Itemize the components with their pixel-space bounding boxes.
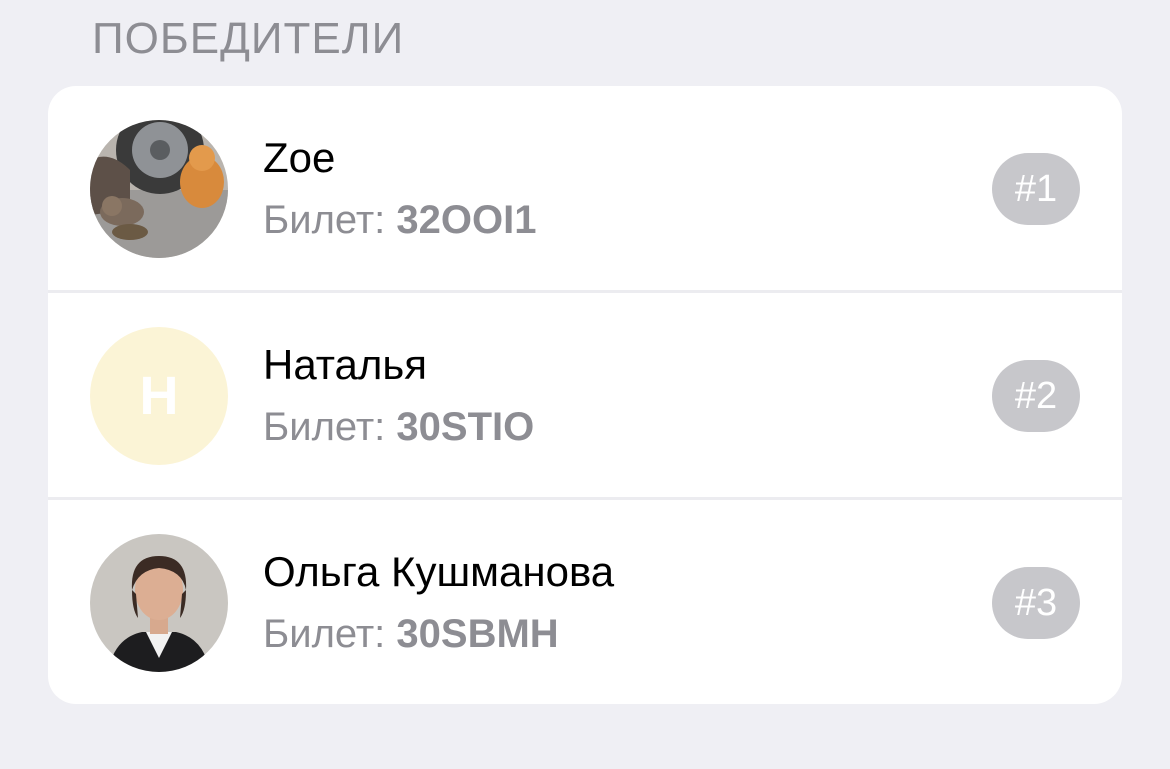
winner-name: Ольга Кушманова xyxy=(263,548,615,595)
ticket-info: Билет: 32OOI1 xyxy=(263,198,537,243)
rank-badge: #2 xyxy=(992,360,1080,432)
avatar-letter: Н xyxy=(139,366,179,426)
ticket-info: Билет: 30SBMH xyxy=(263,612,559,657)
rank-badge: #3 xyxy=(992,567,1080,639)
ticket-code: 30STIO xyxy=(396,405,535,449)
winner-row[interactable]: Ольга Кушманова Билет: 30SBMH #3 xyxy=(48,500,1122,704)
winner-row[interactable]: Zoe Билет: 32OOI1 #1 xyxy=(48,86,1122,292)
avatar[interactable] xyxy=(90,120,228,258)
avatar-photo-woman xyxy=(90,534,228,672)
ticket-label: Билет: xyxy=(263,612,386,656)
ticket-label: Билет: xyxy=(263,405,386,449)
winners-list: Zoe Билет: 32OOI1 #1 Н Наталья Билет: 30… xyxy=(48,86,1122,704)
avatar[interactable]: Н xyxy=(90,327,228,465)
ticket-label: Билет: xyxy=(263,198,386,242)
avatar[interactable] xyxy=(90,534,228,672)
winner-name: Наталья xyxy=(263,341,428,388)
ticket-code: 30SBMH xyxy=(396,612,559,656)
ticket-info: Билет: 30STIO xyxy=(263,405,534,450)
ticket-code: 32OOI1 xyxy=(396,198,537,242)
section-title: ПОБЕДИТЕЛИ xyxy=(92,14,405,63)
rank-badge: #1 xyxy=(992,153,1080,225)
winner-name: Zoe xyxy=(263,134,336,181)
winner-row[interactable]: Н Наталья Билет: 30STIO #2 xyxy=(48,293,1122,499)
avatar-photo-cats xyxy=(90,120,228,258)
